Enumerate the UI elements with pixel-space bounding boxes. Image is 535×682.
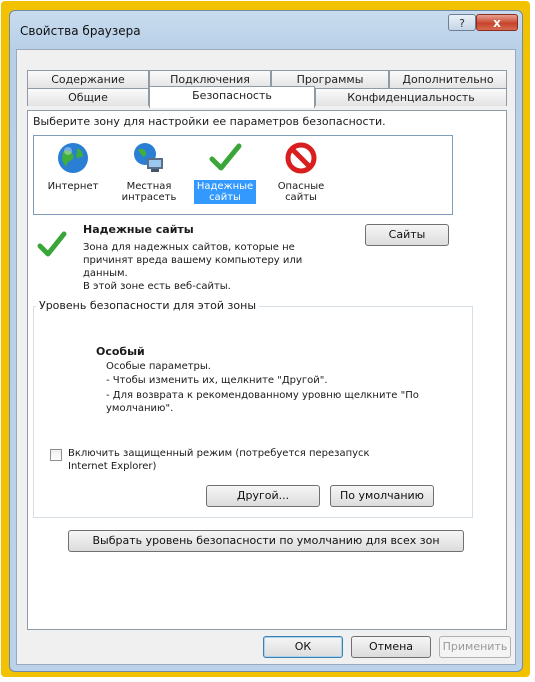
tab-advanced[interactable]: Дополнительно: [389, 70, 507, 88]
zone-intranet-label: Местная интрасеть: [121, 181, 177, 203]
zone-internet[interactable]: Интернет: [42, 140, 104, 193]
cancel-button[interactable]: Отмена: [351, 636, 431, 658]
dialog-window: Свойства браузера ? x Содержание Подключ…: [9, 10, 523, 672]
tab-general[interactable]: Общие: [27, 88, 149, 106]
zone-intranet[interactable]: Местная интрасеть: [118, 140, 180, 204]
zone-trusted-label: Надежные сайты: [194, 180, 256, 204]
tab-security[interactable]: Безопасность: [149, 86, 315, 108]
security-level-group: Уровень безопасности для этой зоны Особы…: [33, 299, 473, 518]
checkmark-icon: [207, 140, 243, 176]
intranet-icon: [131, 140, 167, 176]
window-title: Свойства браузера: [20, 24, 141, 38]
restricted-icon: [283, 140, 319, 176]
level-desc-3: - Для возврата к рекомендованному уровню…: [106, 390, 419, 414]
custom-level-button[interactable]: Другой...: [206, 485, 320, 507]
protected-mode-checkbox[interactable]: [50, 449, 62, 461]
reset-all-zones-button[interactable]: Выбрать уровень безопасности по умолчани…: [68, 530, 464, 552]
protected-mode-label[interactable]: Включить защищенный режим (потребуется п…: [68, 447, 408, 473]
ok-button[interactable]: ОК: [263, 636, 343, 658]
dialog-client: Содержание Подключения Программы Дополни…: [16, 49, 516, 665]
zone-list[interactable]: Интернет Местная интрасеть Надежные сайт…: [33, 135, 453, 215]
close-button[interactable]: x: [476, 14, 518, 31]
zone-description: Зона для надежных сайтов, которые не при…: [83, 242, 303, 279]
level-desc-1: Особые параметры.: [106, 361, 211, 372]
apply-button[interactable]: Применить: [439, 636, 511, 658]
sites-button[interactable]: Сайты: [365, 224, 449, 246]
globe-icon: [55, 140, 91, 176]
tab-privacy[interactable]: Конфиденциальность: [315, 88, 507, 106]
zone-prompt: Выберите зону для настройки ее параметро…: [33, 115, 386, 128]
zone-trusted[interactable]: Надежные сайты: [194, 140, 256, 204]
security-panel: Выберите зону для настройки ее параметро…: [27, 110, 507, 630]
zone-note: В этой зоне есть веб-сайты.: [83, 281, 231, 292]
zone-restricted[interactable]: Опасные сайты: [270, 140, 332, 204]
security-level-title: Уровень безопасности для этой зоны: [36, 299, 259, 312]
level-desc-2: - Чтобы изменить их, щелкните "Другой".: [106, 375, 328, 386]
zone-restricted-label: Опасные сайты: [277, 181, 325, 203]
level-name: Особый: [96, 345, 145, 358]
help-button[interactable]: ?: [448, 14, 476, 31]
zone-title: Надежные сайты: [83, 223, 194, 236]
zone-checkmark-icon: [36, 229, 68, 264]
tab-content[interactable]: Содержание: [27, 70, 149, 88]
zone-internet-label: Интернет: [47, 181, 99, 192]
default-level-button[interactable]: По умолчанию: [330, 485, 434, 507]
